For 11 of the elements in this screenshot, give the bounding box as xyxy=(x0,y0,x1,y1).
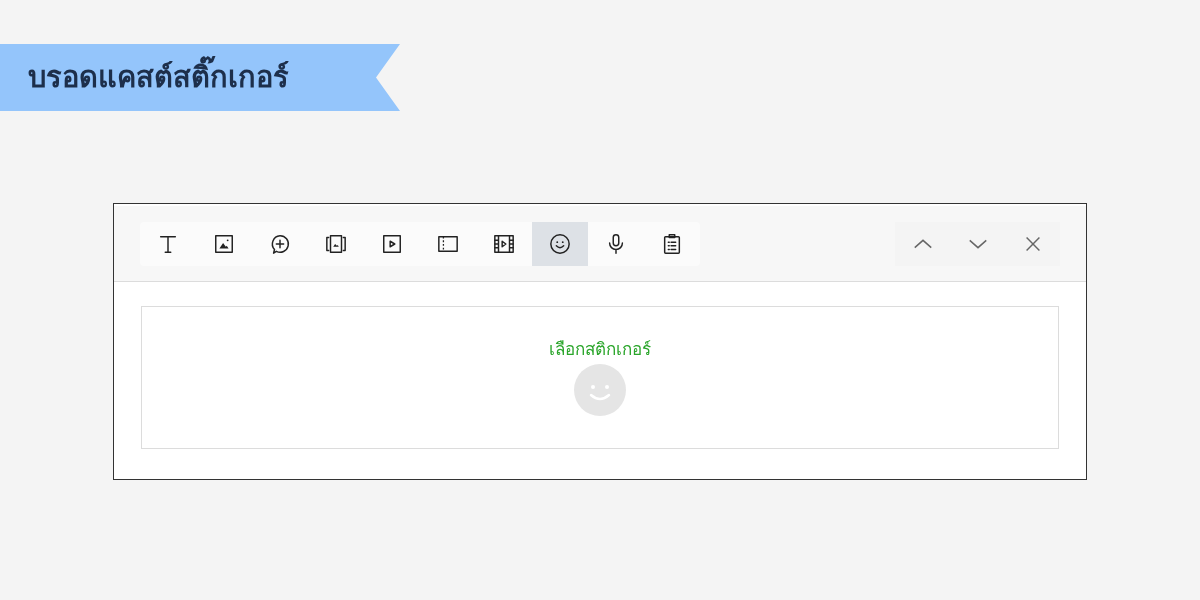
carousel-icon xyxy=(325,232,347,255)
smiley-icon xyxy=(549,232,571,255)
banner-title: บรอดแคสต์สติ๊กเกอร์ xyxy=(28,53,289,102)
select-sticker-link[interactable]: เลือกสติกเกอร์ xyxy=(549,339,651,361)
add-bubble-icon xyxy=(269,232,291,255)
sticker-placeholder-icon xyxy=(574,364,626,417)
clipboard-icon xyxy=(661,232,683,255)
video-icon xyxy=(381,232,403,255)
image-icon xyxy=(213,232,235,255)
tool-button[interactable] xyxy=(532,221,588,266)
film-icon xyxy=(493,232,515,255)
